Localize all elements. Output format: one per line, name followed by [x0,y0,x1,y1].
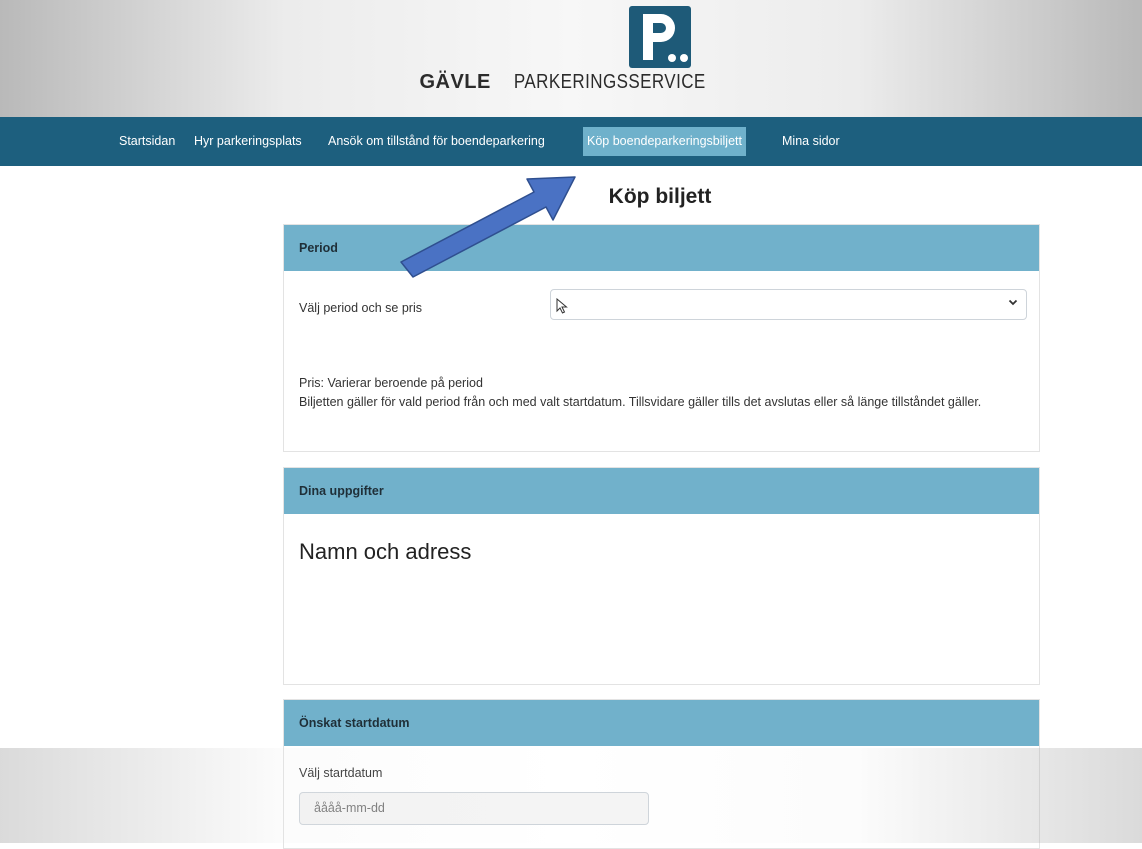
period-info: Pris: Varierar beroende på period Biljet… [299,374,1019,412]
validity-text: Biljetten gäller för vald period från oc… [299,395,982,409]
nav-item-kop-biljett[interactable]: Köp boendeparkeringsbiljett [583,127,746,156]
period-select-label: Välj period och se pris [299,301,422,315]
pointer-arrow-icon [395,163,585,293]
start-date-input[interactable]: åååå-mm-dd [299,792,649,825]
name-address-heading: Namn och adress [299,539,472,564]
main-nav: Startsidan Hyr parkeringsplats Ansök om … [0,117,1142,166]
nav-item-ansok-tillstand[interactable]: Ansök om tillstånd för boendeparkering [324,127,549,156]
brand-name-bold: GÄVLE [419,71,491,93]
nav-item-mina-sidor[interactable]: Mina sidor [778,127,844,156]
start-date-label: Välj startdatum [299,766,383,780]
start-date-card-header: Önskat startdatum [284,700,1039,746]
mouse-cursor-icon [556,297,568,319]
brand-name-rest: PARKERINGSSERVICE [513,71,706,93]
site-header: GÄVLE PARKERINGSSERVICE [0,0,1142,117]
details-card: Dina uppgifter Namn och adress [283,467,1040,685]
brand-name: GÄVLE PARKERINGSSERVICE [0,71,1142,94]
nav-item-hyr-parkeringsplats[interactable]: Hyr parkeringsplats [190,127,306,156]
parking-logo-icon[interactable] [629,6,691,68]
price-text: Pris: Varierar beroende på period [299,376,483,390]
chevron-down-icon [1008,296,1018,310]
nav-item-startsidan[interactable]: Startsidan [115,127,179,156]
period-select[interactable] [550,289,1027,320]
page-title: Köp biljett [608,185,712,208]
details-card-header: Dina uppgifter [284,468,1039,514]
start-date-card: Önskat startdatum Välj startdatum åååå-m… [283,699,1040,849]
